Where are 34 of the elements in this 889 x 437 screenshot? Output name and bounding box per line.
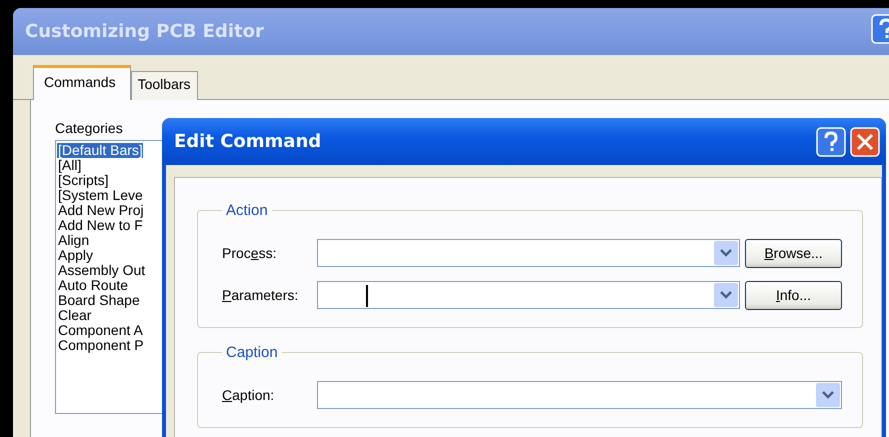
list-item[interactable]: [Scripts] bbox=[57, 173, 109, 188]
dialog-title: Edit Command bbox=[174, 131, 322, 152]
help-icon[interactable] bbox=[816, 126, 846, 156]
list-item[interactable]: Add New to F bbox=[57, 218, 143, 233]
list-item[interactable]: [Default Bars] bbox=[57, 143, 143, 158]
combo-field[interactable] bbox=[317, 381, 842, 409]
field-label: Parameters: bbox=[222, 287, 300, 303]
tab[interactable]: Toolbars bbox=[130, 71, 198, 100]
list-item[interactable]: Apply bbox=[57, 248, 94, 263]
list-item[interactable]: Board Shape bbox=[57, 293, 140, 308]
dropdown-icon[interactable] bbox=[816, 383, 840, 407]
combo-field[interactable] bbox=[317, 281, 740, 309]
dialog-button[interactable]: Browse... bbox=[745, 238, 842, 268]
list-item[interactable]: Auto Route bbox=[57, 278, 128, 293]
list-item[interactable]: Component A bbox=[57, 323, 143, 338]
list-item[interactable]: Align bbox=[57, 233, 90, 248]
window-title: Customizing PCB Editor bbox=[25, 21, 264, 42]
dropdown-icon[interactable] bbox=[714, 283, 738, 307]
list-item[interactable]: Component P bbox=[57, 338, 144, 353]
group-title: Caption bbox=[225, 344, 279, 361]
list-item[interactable]: [System Leve bbox=[57, 188, 143, 203]
dialog-button[interactable]: Info... bbox=[745, 280, 842, 310]
close-icon[interactable] bbox=[850, 126, 880, 156]
list-item[interactable]: [All] bbox=[57, 158, 82, 173]
combo-field[interactable] bbox=[317, 239, 740, 267]
list-item[interactable]: Assembly Out bbox=[57, 263, 146, 278]
list-item[interactable]: Clear bbox=[57, 308, 92, 323]
group-title: Action bbox=[225, 202, 269, 219]
categories-label: Categories bbox=[55, 120, 123, 136]
list-item[interactable]: Add New Proj bbox=[57, 203, 144, 218]
field-label: Process: bbox=[222, 245, 278, 261]
tab[interactable]: Commands bbox=[33, 65, 131, 100]
field-label: Caption: bbox=[222, 387, 276, 403]
dropdown-icon[interactable] bbox=[714, 241, 738, 265]
